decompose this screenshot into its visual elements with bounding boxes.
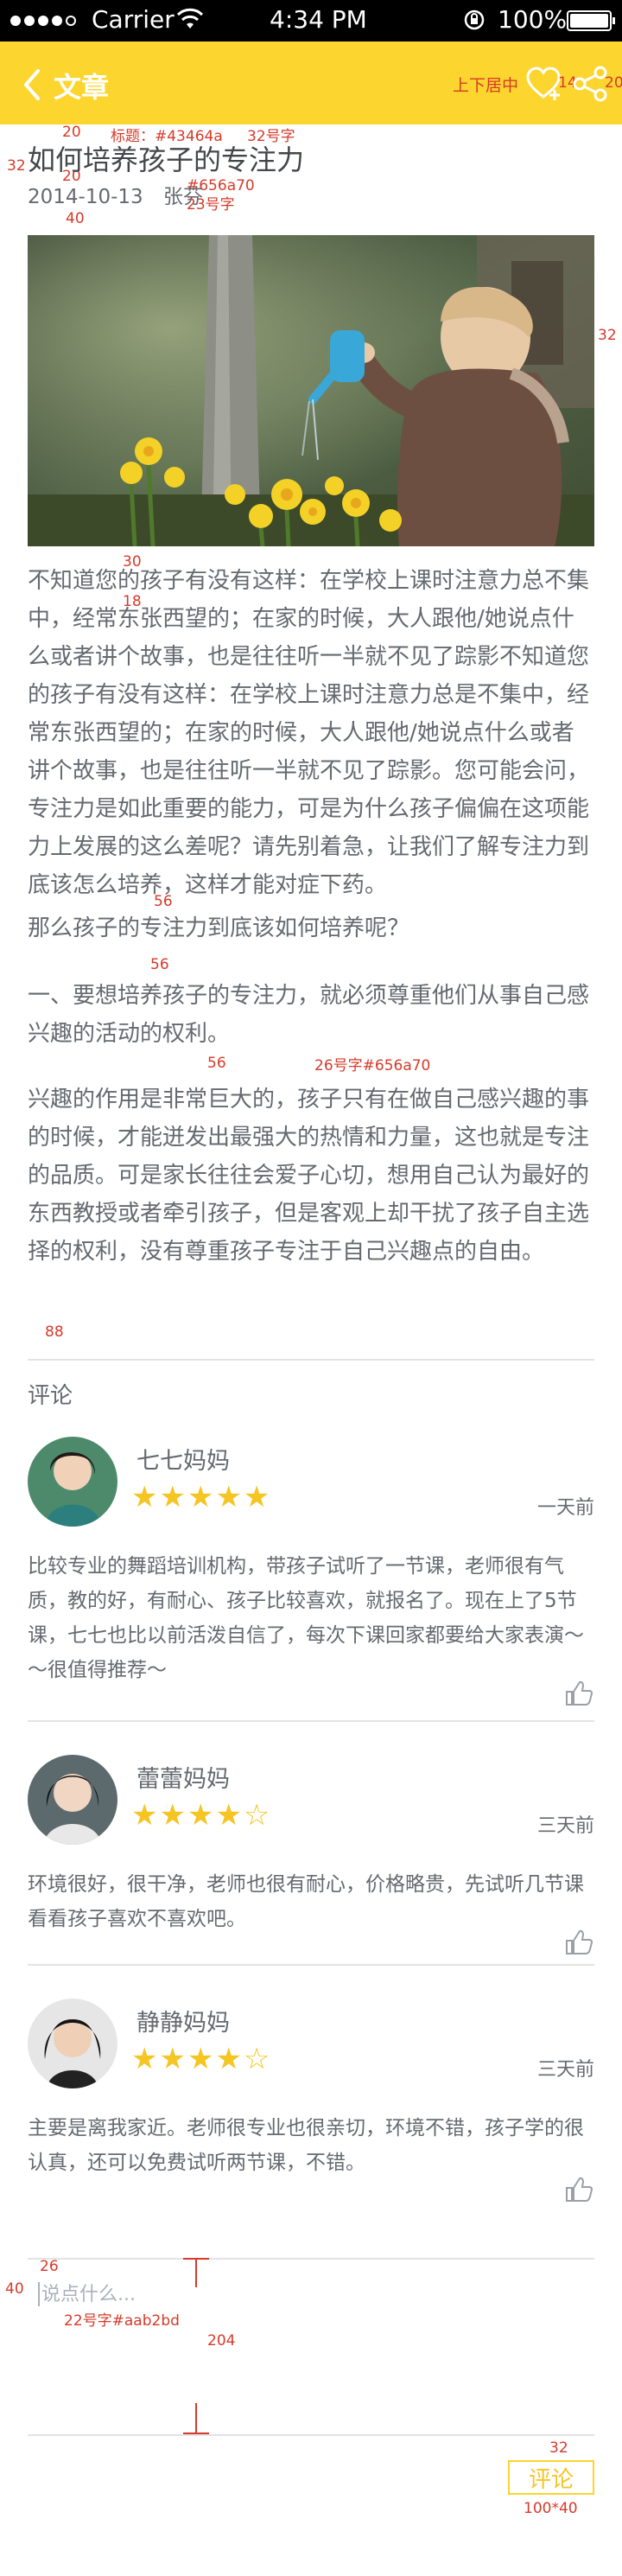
spec-note: 88 bbox=[45, 1323, 64, 1341]
avatar bbox=[28, 1437, 117, 1527]
like-icon[interactable] bbox=[565, 2177, 593, 2203]
comment-text: 主要是离我家近。老师很专业也很亲切，环境不错，孩子学的很认真，还可以免费试听两节… bbox=[28, 2117, 584, 2174]
spec-note-center: 上下居中 bbox=[453, 76, 519, 95]
article-title: 如何培养孩子的专注力 bbox=[28, 143, 305, 176]
signal-strength-icon bbox=[10, 16, 76, 26]
spec-note: 40 bbox=[5, 2280, 24, 2298]
comment-date: 三天前 bbox=[536, 2059, 594, 2081]
divider bbox=[28, 1359, 594, 1361]
comments-title: 评论 bbox=[28, 1383, 73, 1409]
article-paragraph: 一、要想培养孩子的专注力，就必须尊重他们从事自己感兴趣的活动的权利。 bbox=[28, 983, 590, 1047]
spec-note: 204 bbox=[207, 2332, 236, 2350]
spec-note: 100*40 bbox=[524, 2500, 578, 2517]
comment-text: 比较专业的舞蹈培训机构，带孩子试听了一节课，老师很有气质，教的好，有耐心、孩子比… bbox=[28, 1555, 584, 1681]
carrier-label: Carrier bbox=[92, 5, 175, 34]
article-paragraph: 那么孩子的专注力到底该如何培养呢？ bbox=[28, 915, 410, 941]
article-meta: 2014-10-13 张芬 bbox=[28, 180, 203, 209]
wifi-icon bbox=[176, 8, 204, 29]
rotation-lock-icon bbox=[464, 10, 485, 30]
status-bar: Carrier 4:34 PM 100% bbox=[0, 0, 622, 41]
text-cursor bbox=[38, 2282, 40, 2306]
comment-date: 一天前 bbox=[536, 1497, 594, 1519]
commenter-name: 七七妈妈 bbox=[136, 1448, 230, 1475]
comment-date: 三天前 bbox=[536, 1815, 594, 1837]
rating-stars: ★★★★★ bbox=[131, 1480, 272, 1514]
spec-note: 32 bbox=[549, 2439, 568, 2457]
submit-comment-button[interactable]: 评论 bbox=[508, 2460, 594, 2495]
article-paragraph: 不知道您的孩子有没有这样：在学校上课时注意力总不集中，经常东张西望的；在家的时候… bbox=[28, 568, 590, 898]
rating-stars: ★★★★☆ bbox=[131, 2042, 272, 2076]
spec-line bbox=[195, 2403, 197, 2434]
battery-icon bbox=[567, 10, 615, 31]
avatar bbox=[28, 1755, 117, 1845]
like-icon[interactable] bbox=[565, 1680, 593, 1706]
spec-note: 40 bbox=[66, 210, 85, 227]
spec-note: 32 bbox=[598, 327, 617, 344]
nav-title: 文章 bbox=[54, 71, 110, 104]
battery-percent: 100% bbox=[498, 5, 568, 34]
article-paragraph: 兴趣的作用是非常巨大的，孩子只有在做自己感兴趣的事的时候，才能迸发出最强大的热情… bbox=[28, 1087, 590, 1265]
like-icon[interactable] bbox=[565, 1929, 593, 1955]
spec-note: 56 bbox=[207, 1055, 226, 1072]
spec-note: 22号字#aab2bd bbox=[64, 2312, 180, 2330]
divider bbox=[28, 2434, 594, 2436]
divider bbox=[28, 1964, 594, 1966]
spec-note: 26号字#656a70 bbox=[314, 1057, 431, 1074]
article-date: 2014-10-13 bbox=[28, 186, 143, 208]
nav-bar: 文章 上下居中 14 20 bbox=[0, 41, 622, 124]
spec-note-share: 20 bbox=[605, 74, 622, 92]
spec-note: 56 bbox=[150, 956, 169, 973]
back-chevron-icon[interactable] bbox=[19, 67, 45, 102]
avatar bbox=[28, 1999, 117, 2088]
article-hero-image bbox=[28, 235, 594, 546]
spec-note: 56 bbox=[154, 893, 173, 910]
commenter-name: 蕾蕾妈妈 bbox=[136, 1766, 230, 1793]
comment-input-area[interactable] bbox=[28, 2258, 594, 2434]
commenter-name: 静静妈妈 bbox=[136, 2010, 230, 2037]
comment-input[interactable] bbox=[28, 2258, 594, 2434]
comment-text: 环境很好，很干净，老师也很有耐心，价格略贵，先试听几节课看看孩子喜欢不喜欢吧。 bbox=[28, 1873, 584, 1930]
spec-note: 32 bbox=[7, 157, 26, 175]
divider bbox=[28, 1720, 594, 1722]
rating-stars: ★★★★☆ bbox=[131, 1798, 272, 1833]
clock: 4:34 PM bbox=[270, 5, 367, 34]
article-author: 张芬 bbox=[162, 186, 203, 208]
